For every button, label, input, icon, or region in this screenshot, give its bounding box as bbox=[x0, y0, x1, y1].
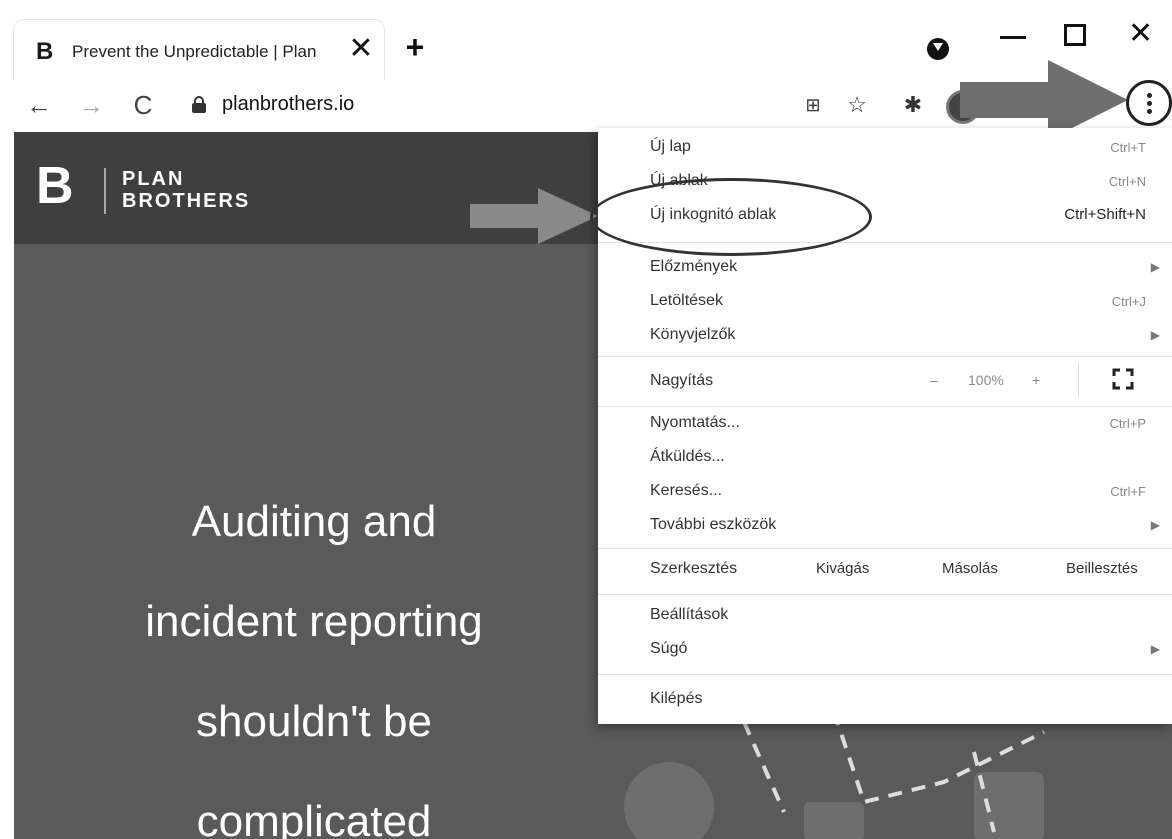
kebab-dot bbox=[1147, 93, 1152, 98]
hero-line: incident reporting bbox=[145, 597, 483, 646]
shortcut-incognito: Ctrl+Shift+N bbox=[1064, 206, 1146, 223]
shortcut-find: Ctrl+F bbox=[1110, 484, 1146, 499]
menu-item-print[interactable]: Nyomtatás... bbox=[650, 414, 740, 432]
hero-line: complicated bbox=[196, 797, 432, 839]
zoom-out-button[interactable]: – bbox=[930, 372, 938, 388]
menu-item-cast[interactable]: Átküldés... bbox=[650, 448, 725, 466]
menu-item-help[interactable]: Súgó bbox=[650, 640, 687, 658]
logo-line-1: PLAN bbox=[122, 168, 185, 190]
back-button[interactable]: ← bbox=[22, 88, 56, 122]
menu-item-more-tools[interactable]: További eszközök bbox=[650, 516, 776, 534]
copy-button[interactable]: Másolás bbox=[942, 560, 998, 577]
menu-item-find[interactable]: Keresés... bbox=[650, 482, 722, 500]
chrome-menu-button[interactable] bbox=[1126, 80, 1172, 126]
kebab-dot bbox=[1147, 101, 1152, 106]
menu-separator bbox=[598, 356, 1172, 357]
annotation-highlight-oval bbox=[590, 178, 872, 256]
submenu-chevron-icon: ▶ bbox=[1150, 518, 1160, 532]
translate-icon[interactable]: ⊞ bbox=[798, 90, 828, 120]
reload-button[interactable]: C bbox=[126, 88, 160, 122]
shortcut-new-window: Ctrl+N bbox=[1108, 174, 1146, 189]
new-tab-button[interactable]: + bbox=[398, 30, 432, 64]
submenu-chevron-icon: ▶ bbox=[1150, 260, 1160, 274]
shortcut-new-tab: Ctrl+T bbox=[1110, 140, 1146, 155]
logo-divider bbox=[104, 168, 106, 214]
browser-tab[interactable]: B Prevent the Unpredictable | Plan ✕ bbox=[14, 20, 384, 80]
forward-button[interactable]: → bbox=[74, 88, 108, 122]
extensions-icon[interactable]: ✱ bbox=[898, 90, 928, 120]
menu-separator bbox=[598, 674, 1172, 675]
menu-item-edit: Szerkesztés bbox=[650, 560, 738, 577]
annotation-arrow-icon bbox=[470, 188, 598, 244]
site-favicon-icon: B bbox=[36, 38, 54, 65]
submenu-chevron-icon: ▶ bbox=[1150, 328, 1160, 342]
site-logo[interactable]: B bbox=[36, 160, 74, 212]
maximize-button[interactable] bbox=[1064, 24, 1086, 46]
menu-item-exit[interactable]: Kilépés bbox=[650, 690, 702, 708]
address-bar[interactable]: planbrothers.io bbox=[222, 93, 354, 116]
menu-item-bookmarks[interactable]: Könyvjelzők bbox=[650, 326, 735, 344]
bookmark-star-icon[interactable]: ☆ bbox=[842, 90, 872, 120]
menu-item-new-tab[interactable]: Új lap bbox=[650, 138, 691, 156]
lock-icon[interactable] bbox=[192, 96, 206, 113]
site-logo-text: PLAN BROTHERS bbox=[122, 168, 250, 212]
tab-close-icon[interactable]: ✕ bbox=[344, 32, 378, 66]
menu-separator bbox=[598, 406, 1172, 407]
browser-profile-icon[interactable] bbox=[927, 38, 949, 60]
logo-line-2: BROTHERS bbox=[122, 190, 251, 212]
paste-button[interactable]: Beillesztés bbox=[1066, 560, 1138, 577]
hero-line: Auditing and bbox=[191, 497, 437, 546]
cut-button[interactable]: Kivágás bbox=[816, 560, 869, 577]
zoom-in-button[interactable]: + bbox=[1032, 372, 1040, 388]
menu-item-downloads[interactable]: Letöltések bbox=[650, 292, 723, 310]
zoom-level: 100% bbox=[968, 372, 1004, 388]
menu-separator bbox=[598, 594, 1172, 595]
window-close-button[interactable]: ✕ bbox=[1128, 16, 1153, 51]
menu-item-zoom: Nagyítás bbox=[650, 372, 714, 389]
menu-item-settings[interactable]: Beállítások bbox=[650, 606, 728, 624]
chat-bubble-icon bbox=[624, 762, 714, 839]
menu-item-history[interactable]: Előzmények bbox=[650, 258, 737, 276]
zoom-divider bbox=[1078, 364, 1079, 396]
tab-title: Prevent the Unpredictable | Plan bbox=[72, 42, 317, 61]
hero-heading: Auditing and incident reporting shouldn'… bbox=[14, 472, 614, 839]
submenu-chevron-icon: ▶ bbox=[1150, 642, 1160, 656]
kebab-dot bbox=[1147, 109, 1152, 114]
shortcut-print: Ctrl+P bbox=[1109, 416, 1146, 431]
minimize-button[interactable] bbox=[994, 18, 1034, 58]
menu-separator bbox=[598, 548, 1172, 549]
fullscreen-icon[interactable] bbox=[1112, 368, 1134, 390]
shortcut-downloads: Ctrl+J bbox=[1111, 294, 1146, 309]
hero-line: shouldn't be bbox=[196, 697, 432, 746]
